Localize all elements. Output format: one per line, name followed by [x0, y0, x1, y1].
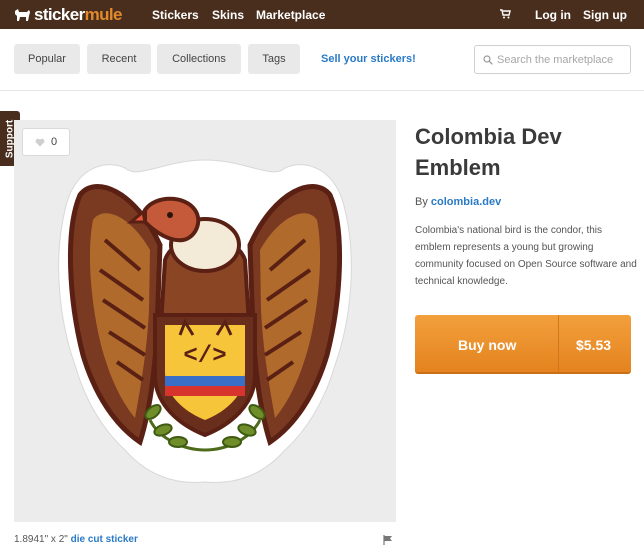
search-box[interactable]: [474, 45, 631, 74]
product-title: Colombia Dev Emblem: [415, 124, 562, 180]
top-navbar: stickermule Stickers Skins Marketplace L…: [0, 0, 644, 29]
like-button[interactable]: 0: [22, 128, 70, 156]
product-description: Colombia's national bird is the condor, …: [415, 225, 637, 287]
byline-prefix: By: [415, 196, 431, 208]
tab-tags[interactable]: Tags: [248, 44, 300, 74]
author-link[interactable]: colombia.dev: [431, 196, 501, 208]
site-logo[interactable]: stickermule: [14, 4, 123, 24]
sticker-size-caption: 1.8941" x 2" die cut sticker: [14, 534, 138, 545]
search-icon: [483, 54, 493, 65]
tab-recent[interactable]: Recent: [87, 44, 151, 74]
cart-icon[interactable]: [500, 9, 511, 19]
nav-stickers[interactable]: Stickers: [152, 8, 199, 22]
login-link[interactable]: Log in: [535, 8, 571, 22]
product-byline: By colombia.dev: [415, 196, 501, 208]
price-label: $5.53: [576, 337, 612, 353]
buy-now-label: Buy now: [458, 337, 517, 353]
logo-wordmark: stickermule: [34, 4, 123, 24]
condor-emblem-sticker-image: </>: [58, 159, 352, 484]
nav-skins[interactable]: Skins: [212, 8, 244, 22]
tab-collections[interactable]: Collections: [157, 44, 241, 74]
sticker-size: 1.8941" x 2": [14, 534, 68, 545]
search-input[interactable]: [497, 53, 627, 66]
buy-button-divider: [558, 315, 559, 372]
like-count: 0: [50, 136, 58, 148]
mule-logo-icon: [15, 8, 30, 21]
sticker-type-link[interactable]: die cut sticker: [71, 534, 138, 545]
sell-stickers-link[interactable]: Sell your stickers!: [321, 53, 416, 65]
heart-icon: [35, 138, 45, 146]
signup-link[interactable]: Sign up: [583, 8, 627, 22]
nav-marketplace[interactable]: Marketplace: [256, 8, 325, 22]
marketplace-subnav: Popular Recent Collections Tags Sell you…: [0, 29, 644, 91]
tab-popular[interactable]: Popular: [14, 44, 80, 74]
buy-now-button[interactable]: Buy now $5.53: [415, 315, 631, 374]
code-symbol: </>: [183, 343, 226, 370]
flag-icon[interactable]: [383, 535, 393, 545]
